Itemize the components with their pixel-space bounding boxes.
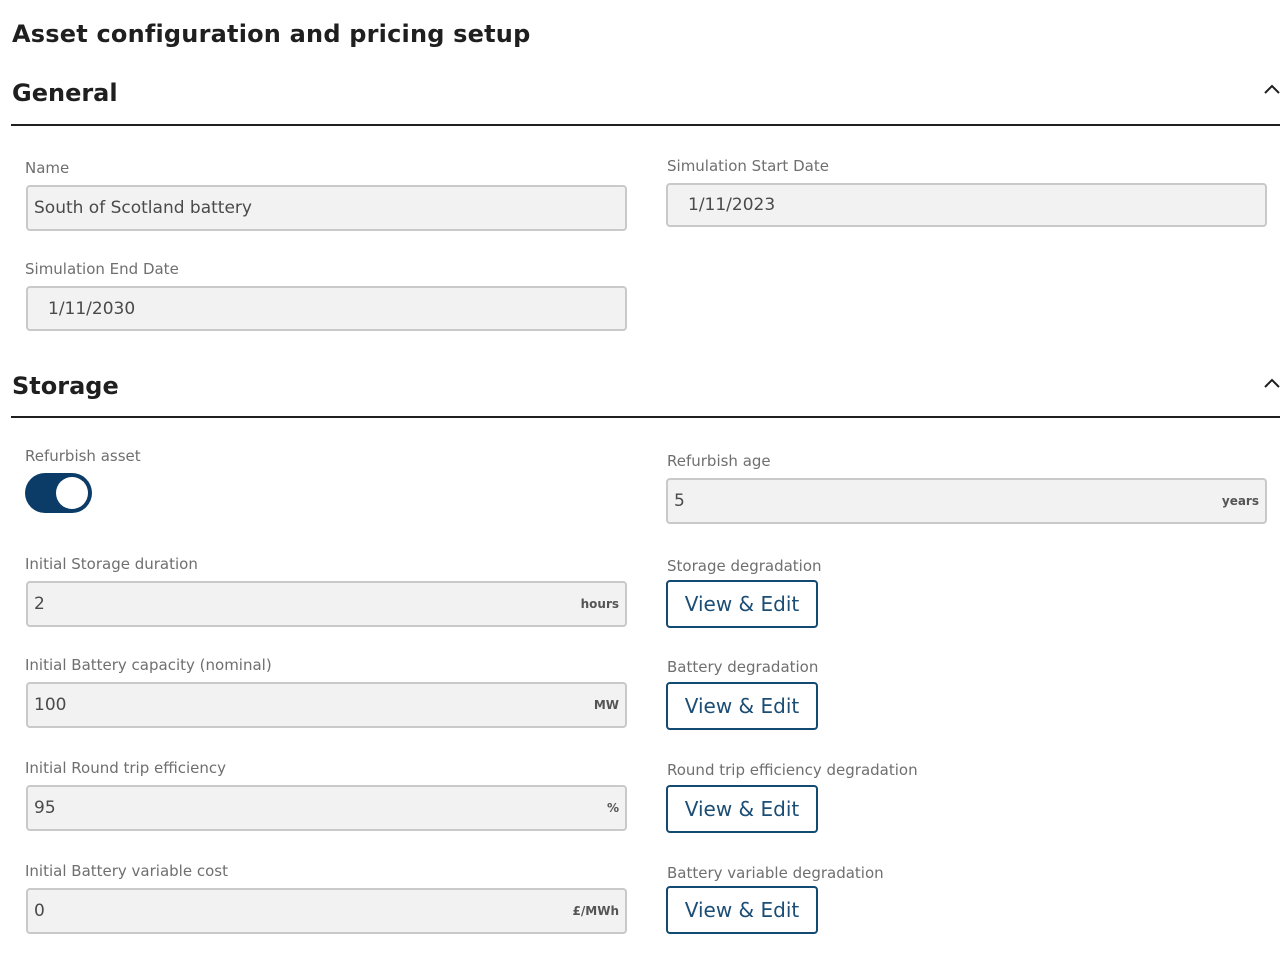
storage-duration-label: Initial Storage duration xyxy=(25,555,198,573)
end-date-field[interactable] xyxy=(26,286,627,331)
round-trip-efficiency-input[interactable] xyxy=(34,787,555,829)
variable-cost-field[interactable]: £/MWh xyxy=(26,888,627,934)
battery-capacity-input[interactable] xyxy=(34,684,555,726)
round-trip-efficiency-unit: % xyxy=(606,801,619,815)
toggle-knob xyxy=(56,477,88,509)
refurbish-age-input[interactable] xyxy=(674,480,1195,522)
storage-degradation-label: Storage degradation xyxy=(667,557,822,575)
rte-degradation-label: Round trip efficiency degradation xyxy=(667,761,918,779)
storage-degradation-view-edit-button[interactable]: View & Edit xyxy=(666,580,818,628)
general-section-title: General xyxy=(12,79,118,107)
start-date-field[interactable] xyxy=(666,183,1267,227)
name-field[interactable] xyxy=(26,185,627,231)
start-date-label: Simulation Start Date xyxy=(667,157,829,175)
storage-duration-field[interactable]: hours xyxy=(26,581,627,627)
storage-duration-unit: hours xyxy=(580,597,619,611)
battery-degradation-label: Battery degradation xyxy=(667,658,819,676)
chevron-up-icon[interactable] xyxy=(1264,82,1280,98)
round-trip-efficiency-label: Initial Round trip efficiency xyxy=(25,759,227,777)
general-section-header[interactable]: General xyxy=(11,74,1280,126)
variable-degradation-label: Battery variable degradation xyxy=(667,864,884,882)
variable-cost-input[interactable] xyxy=(34,890,555,932)
storage-section-header[interactable]: Storage xyxy=(11,366,1280,418)
name-label: Name xyxy=(25,159,70,177)
battery-capacity-field[interactable]: MW xyxy=(26,682,627,728)
refurbish-age-field[interactable]: years xyxy=(666,478,1267,524)
chevron-up-icon[interactable] xyxy=(1264,376,1280,392)
page-title: Asset configuration and pricing setup xyxy=(12,20,531,48)
storage-duration-input[interactable] xyxy=(34,583,555,625)
refurbish-age-unit: years xyxy=(1221,494,1259,508)
battery-degradation-view-edit-button[interactable]: View & Edit xyxy=(666,682,818,730)
name-input[interactable] xyxy=(34,187,555,229)
start-date-input[interactable] xyxy=(688,185,1195,225)
battery-capacity-unit: MW xyxy=(593,698,619,712)
variable-degradation-view-edit-button[interactable]: View & Edit xyxy=(666,886,818,934)
end-date-label: Simulation End Date xyxy=(25,260,179,278)
variable-cost-unit: £/MWh xyxy=(572,904,619,918)
refurbish-asset-label: Refurbish asset xyxy=(25,447,141,465)
rte-degradation-view-edit-button[interactable]: View & Edit xyxy=(666,785,818,833)
end-date-input[interactable] xyxy=(48,288,555,329)
battery-capacity-label: Initial Battery capacity (nominal) xyxy=(25,656,272,674)
variable-cost-label: Initial Battery variable cost xyxy=(25,862,228,880)
round-trip-efficiency-field[interactable]: % xyxy=(26,785,627,831)
refurbish-asset-toggle[interactable] xyxy=(25,473,92,513)
refurbish-age-label: Refurbish age xyxy=(667,452,771,470)
storage-section-title: Storage xyxy=(12,372,119,400)
